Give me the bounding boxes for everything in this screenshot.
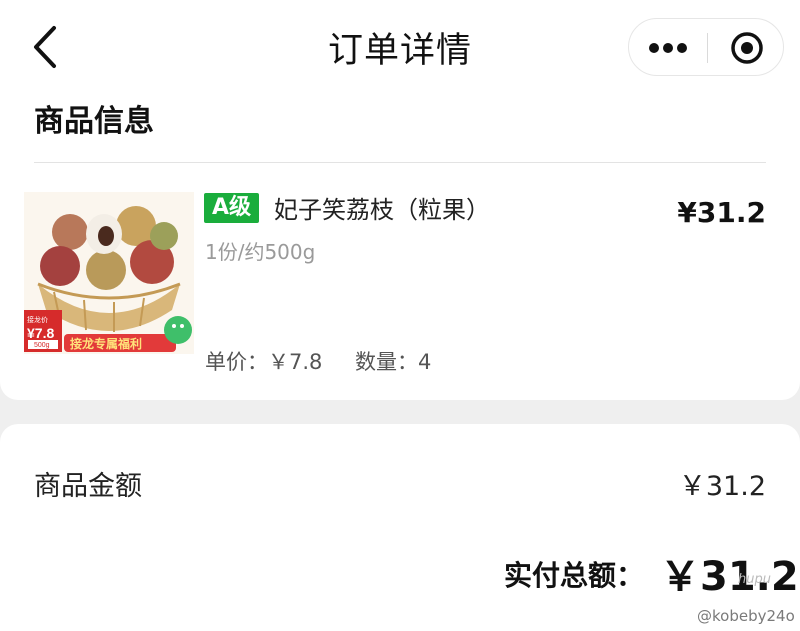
product-name[interactable]: 妃子笑荔枝（粒果） — [274, 190, 490, 225]
divider — [34, 162, 766, 163]
total-paid-value: ￥31.2 — [660, 554, 799, 600]
target-close-icon — [730, 32, 763, 64]
product-info-card: 商品信息 接龙价 ¥7.8 500g 接龙专属福利 A级 妃子笑荔枝（粒果） 1… — [0, 96, 800, 400]
mini-program-capsule — [628, 18, 784, 76]
grade-badge: A级 — [204, 193, 260, 223]
watermark-logo: hupu — [738, 572, 771, 587]
quantity: 数量：4 — [355, 350, 432, 374]
total-paid-label: 实付总额： — [504, 559, 645, 592]
image-weight-label: 500g — [34, 342, 50, 349]
goods-amount-label: 商品金额 — [34, 471, 142, 502]
product-price: ¥31.2 — [677, 196, 766, 229]
lychee-illustration: 接龙价 ¥7.8 500g 接龙专属福利 — [24, 192, 194, 354]
goods-amount-value: ￥31.2 — [678, 471, 766, 502]
close-button[interactable] — [708, 19, 785, 77]
watermark-user: @kobeby24o — [697, 607, 795, 625]
navigation-bar: 订单详情 — [0, 0, 800, 96]
order-summary-card: 商品金额 ￥31.2 实付总额： ￥31.2 hupu @kobeby24o — [0, 424, 800, 631]
product-spec: 1份/约500g — [205, 240, 316, 264]
product-image[interactable]: 接龙价 ¥7.8 500g 接龙专属福利 — [24, 192, 194, 354]
image-banner: 接龙专属福利 — [70, 336, 142, 351]
unit-price: 单价：￥7.8 — [205, 350, 323, 374]
section-title: 商品信息 — [34, 104, 154, 139]
order-detail-page: 订单详情 商品信息 接龙价 ¥7.8 500g 接龙专属福利 A级 妃子笑荔枝（… — [0, 0, 800, 631]
image-price-label: ¥7.8 — [27, 325, 54, 341]
more-button[interactable] — [629, 19, 707, 77]
image-tag-label: 接龙价 — [27, 315, 48, 324]
more-dots-icon — [649, 43, 687, 53]
